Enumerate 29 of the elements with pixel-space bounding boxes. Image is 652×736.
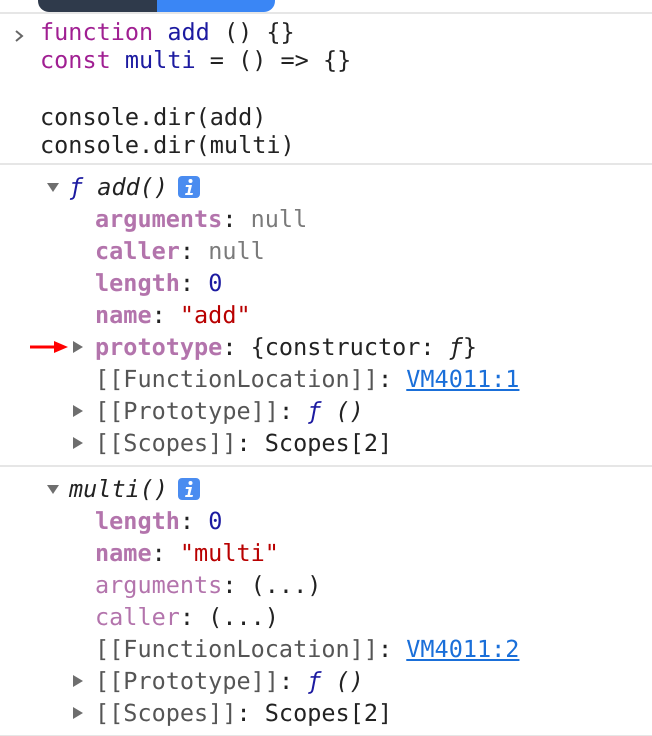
property-line: length: 0 [95,507,222,535]
code-line: const multi = () => {} [40,46,352,74]
property-line: [[Prototype]]: ƒ () [95,667,364,695]
property-line: [[Scopes]]: Scopes[2] [95,429,392,457]
property-line: arguments: (...) [95,571,322,599]
property-line: arguments: null [95,205,308,233]
property-line: [[Prototype]]: ƒ () [95,397,364,425]
property-line: [[Scopes]]: Scopes[2] [95,699,392,727]
property-line: prototype: {constructor: ƒ} [95,333,478,361]
code-line: console.dir(add) [40,103,268,131]
property-line: length: 0 [95,269,222,297]
property-line: caller: null [95,237,265,265]
function-title[interactable]: ƒ add() [69,173,168,201]
property-line: name: "add" [95,301,251,329]
info-icon[interactable] [178,478,200,500]
code-line: function add () {} [40,18,296,46]
code-line: console.dir(multi) [40,131,296,159]
expand-triangle-icon[interactable] [72,403,84,419]
expand-triangle-icon[interactable] [72,705,84,721]
info-icon[interactable] [178,176,200,198]
expand-triangle-icon[interactable] [72,673,84,689]
property-line: [[FunctionLocation]]: VM4011:2 [95,635,520,663]
property-line: caller: (...) [95,603,279,631]
prompt-chevron-icon [14,29,24,43]
expand-triangle-icon[interactable] [72,435,84,451]
expand-triangle-icon[interactable] [72,339,84,355]
property-line: name: "multi" [95,539,279,567]
function-title[interactable]: multi() [69,475,168,503]
property-line: [[FunctionLocation]]: VM4011:1 [95,365,520,393]
